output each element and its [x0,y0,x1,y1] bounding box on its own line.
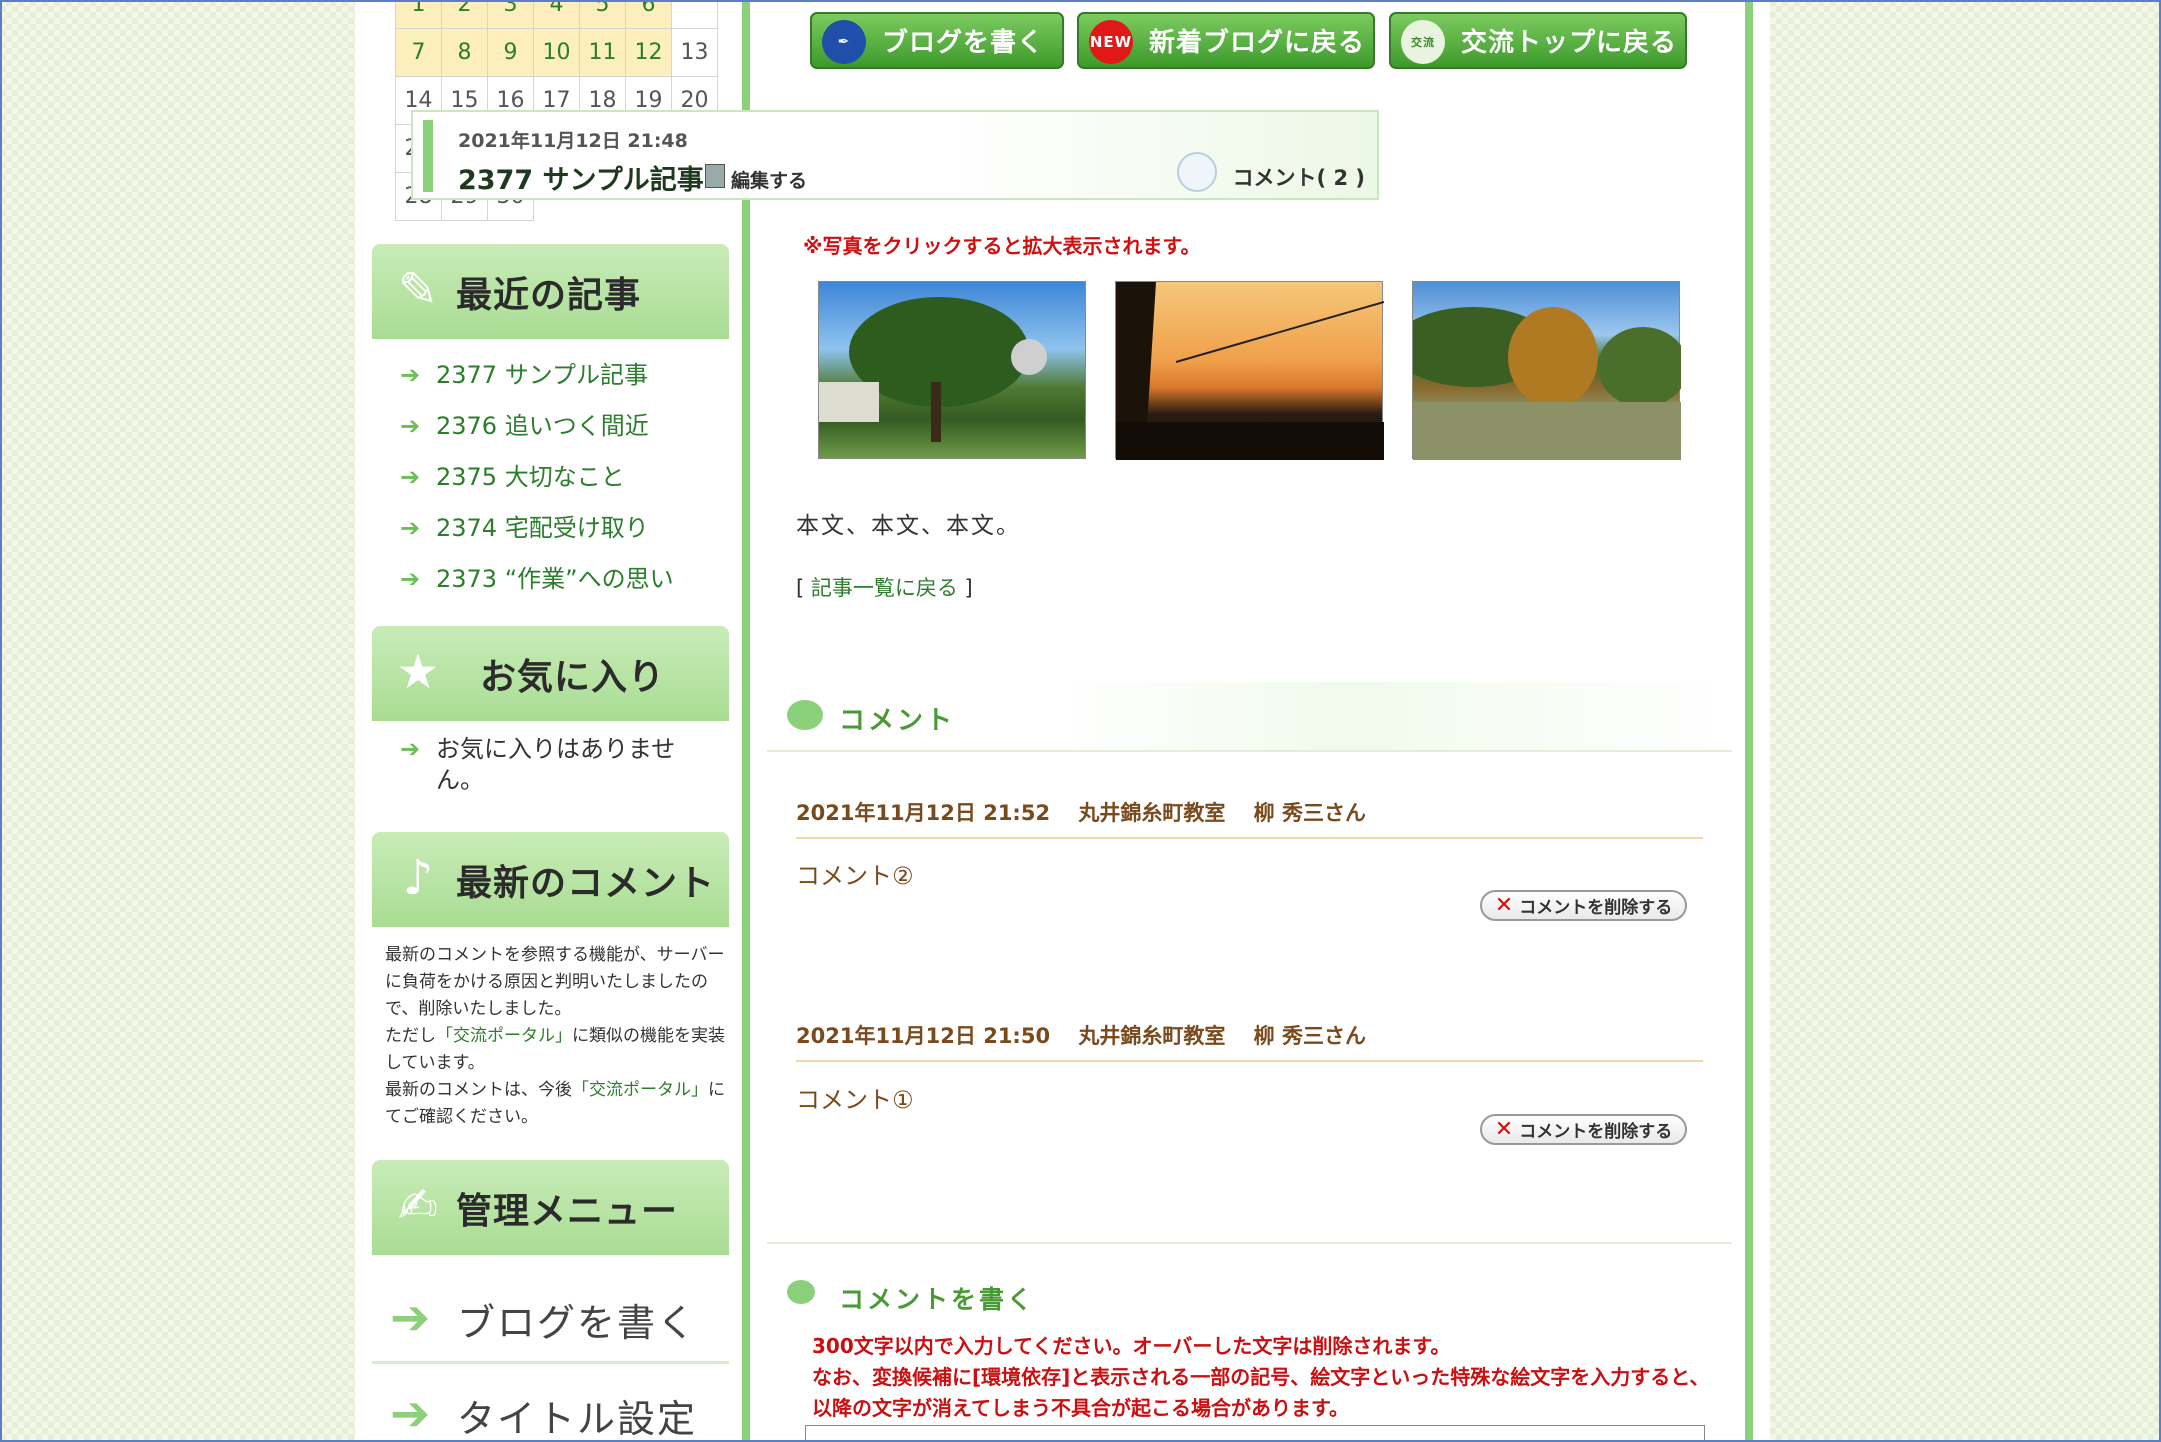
close-icon: ✕ [1494,1117,1514,1142]
edit-icon[interactable] [705,164,725,188]
recent-article-item[interactable]: ➔ 2374 宅配受け取り [400,503,720,554]
comment-meta: 2021年11月12日 21:52 丸井錦糸町教室 柳 秀三さん [796,797,1703,839]
recent-article-item[interactable]: ➔ 2377 サンプル記事 [400,350,720,401]
back-to-new-blogs-button[interactable]: NEW 新着ブログに戻る [1077,12,1375,69]
calendar-day[interactable]: 11 [579,28,626,77]
arrow-right-icon: ➔ [390,1386,431,1442]
recent-articles-title: 最近の記事 [456,275,642,316]
arrow-right-icon: ➔ [400,361,421,389]
favorites-list: ➔ お気に入りはありません。 [400,734,720,796]
write-comment-title: コメントを書く [839,1285,1036,1314]
article-title: 2377 サンプル記事 [458,165,704,196]
calendar-day[interactable]: 12 [625,28,672,77]
photo-park-image [1393,307,1688,460]
calendar-row: 123456 [395,0,718,29]
photo-click-note: ※写真をクリックすると拡大表示されます。 [803,234,1201,258]
calendar-day[interactable]: 9 [487,28,534,77]
calendar-day: 2 [441,0,488,29]
comment-body: コメント② [796,862,914,890]
close-icon: ✕ [1494,893,1514,918]
calendar-day: 13 [671,28,718,77]
header-accent-bar [423,120,433,192]
calendar-day[interactable]: 8 [441,28,488,77]
comment-textarea[interactable] [805,1425,1705,1442]
music-bubble-icon: ♪ [402,850,434,906]
write-comment-header: コメントを書く [767,1262,1732,1332]
photo-sunset-image [1116,282,1385,460]
favorites-header: ★ お気に入り [372,626,729,721]
new-badge-icon: NEW [1089,20,1133,64]
pencil-icon: ✎ [397,262,439,318]
speech-bubble-icon [787,1280,815,1304]
calendar-day: 3 [487,0,534,29]
photo-thumbnail[interactable] [818,281,1086,459]
calendar-day[interactable]: 7 [395,28,442,77]
calendar-day: 6 [625,0,672,29]
kouryu-icon: 交流 [1401,20,1445,64]
comment-count-link[interactable]: コメント( 2 ) [1233,162,1365,192]
notebook-icon: ✍ [397,1178,439,1234]
pen-icon: ✒ [822,20,866,64]
calendar-row: 7 8 9 10 11 12 13 [395,28,718,77]
calendar-day[interactable]: 10 [533,28,580,77]
latest-comments-title: 最新のコメント [456,863,716,904]
portal-link[interactable]: 「交流ポータル」 [436,1026,572,1046]
admin-menu-header: ✍ 管理メニュー [372,1160,729,1255]
comments-section-title: コメント [839,706,956,736]
recent-article-item[interactable]: ➔ 2376 追いつく間近 [400,401,720,452]
back-to-kouryu-top-button[interactable]: 交流 交流トップに戻る [1389,12,1687,69]
calendar-day [671,0,718,29]
column-divider-right [1745,0,1753,1442]
arrow-right-icon: ➔ [400,565,421,593]
admin-title-settings[interactable]: ➔ タイトル設定 [372,1366,729,1442]
latest-comments-note: 最新のコメントを参照する機能が、サーバーに負荷をかける原因と判明いたしましたので… [385,945,725,1127]
delete-comment-button[interactable]: ✕ コメントを削除する [1480,890,1687,921]
photo-trees-image [819,297,1047,442]
comment-body: コメント① [796,1086,914,1114]
star-icon: ★ [396,644,440,700]
recent-article-item[interactable]: ➔ 2373 “作業”への思い [400,554,720,605]
article-body: 本文、本文、本文。 [796,513,1021,539]
favorites-title: お気に入り [480,657,666,698]
write-blog-button[interactable]: ✒ ブログを書く [810,12,1064,69]
admin-write-blog[interactable]: ➔ ブログを書く [372,1270,729,1364]
recent-articles-list: ➔ 2377 サンプル記事 ➔ 2376 追いつく間近 ➔ 2375 大切なこと ➔ 2… [400,350,720,605]
comment-meta: 2021年11月12日 21:50 丸井錦糸町教室 柳 秀三さん [796,1020,1703,1062]
arrow-right-icon: ➔ [400,514,421,542]
admin-menu-title: 管理メニュー [456,1191,679,1232]
recent-articles-header: ✎ 最近の記事 [372,244,729,339]
favorites-empty-item: ➔ お気に入りはありません。 [400,735,676,794]
back-to-list-link[interactable]: 記事一覧に戻る [811,576,958,600]
article-date: 2021年11月12日 21:48 [458,130,688,152]
comment-bubble-icon [1177,152,1217,192]
recent-article-item[interactable]: ➔ 2375 大切なこと [400,452,720,503]
photo-thumbnail[interactable] [1115,281,1385,460]
comments-section-header: コメント [767,682,1732,752]
section-divider [767,1242,1732,1244]
speech-bubble-icon [787,700,823,730]
calendar-day: 5 [579,0,626,29]
write-comment-note: 300文字以内で入力してください。オーバーした文字は削除されます。 なお、変換候… [812,1334,1710,1420]
arrow-right-icon: ➔ [400,412,421,440]
arrow-right-icon: ➔ [390,1290,431,1346]
article-header: 2021年11月12日 21:48 2377 サンプル記事 編集する コメント(… [411,110,1379,200]
back-to-list: [ 記事一覧に戻る ] [796,576,973,600]
latest-comments-header: ♪ 最新のコメント [372,832,729,927]
calendar-day: 1 [395,0,442,29]
column-divider [742,0,750,1442]
portal-link[interactable]: 「交流ポータル」 [572,1080,708,1100]
photo-thumbnail[interactable] [1393,281,1688,460]
calendar-day: 4 [533,0,580,29]
arrow-right-icon: ➔ [400,735,421,763]
arrow-right-icon: ➔ [400,463,421,491]
delete-comment-button[interactable]: ✕ コメントを削除する [1480,1114,1687,1145]
edit-link[interactable]: 編集する [731,166,807,193]
